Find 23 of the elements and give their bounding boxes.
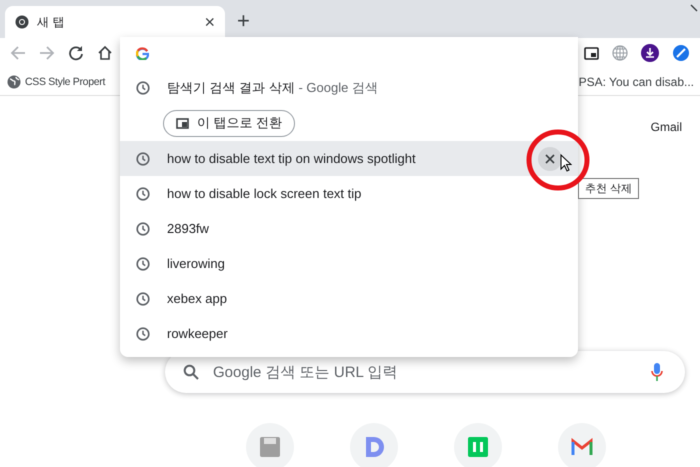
suggestion-row[interactable]: rowkeeper bbox=[120, 316, 578, 351]
new-tab-button[interactable]: + bbox=[233, 8, 254, 34]
bookmark-link[interactable]: PSA: You can disab... bbox=[578, 74, 694, 88]
suggestion-text[interactable]: liverowing bbox=[167, 256, 562, 271]
suggestion-row[interactable]: 2893fw bbox=[120, 211, 578, 246]
suggestion-row[interactable]: how to disable text tip on windows spotlight bbox=[120, 141, 578, 176]
suggestion-row[interactable]: xebex app bbox=[120, 281, 578, 316]
suggestion-text[interactable]: how to disable lock screen text tip bbox=[167, 186, 562, 201]
tooltip: 추천 삭제 bbox=[578, 178, 640, 199]
switch-tab-button[interactable]: 이 탭으로 전환 bbox=[163, 110, 296, 136]
gmail-link[interactable]: Gmail bbox=[650, 120, 682, 134]
suggestion-row[interactable]: 탐색기 검색 결과 삭제 - Google 검색 bbox=[120, 70, 578, 105]
suggestion-row[interactable]: liverowing bbox=[120, 246, 578, 281]
suggestion-text[interactable]: 2893fw bbox=[167, 221, 562, 236]
suggestion-text[interactable]: rowkeeper bbox=[167, 326, 562, 341]
tab-title: 새 탭 bbox=[37, 14, 66, 30]
suggestion-text[interactable]: xebex app bbox=[167, 291, 562, 306]
close-tab-button[interactable]: × bbox=[204, 12, 215, 32]
suggestion-text[interactable]: 탐색기 검색 결과 삭제 - Google 검색 bbox=[167, 78, 562, 96]
suggestion-text[interactable]: how to disable text tip on windows spotlight bbox=[167, 151, 521, 166]
browser-tab[interactable]: 새 탭 × bbox=[5, 6, 225, 38]
bookmark-link[interactable]: CSS Style Propert bbox=[25, 76, 106, 88]
suggestion-row[interactable]: how to disable lock screen text tip bbox=[120, 176, 578, 211]
